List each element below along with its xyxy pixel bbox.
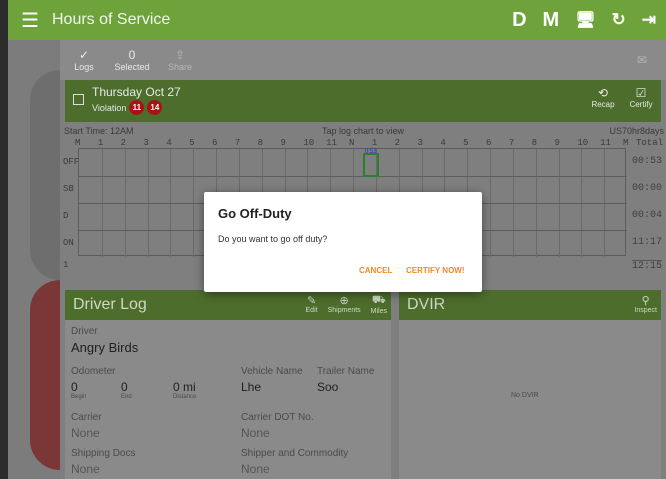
- certify-now-button[interactable]: CERTIFY NOW!: [406, 266, 465, 275]
- dialog-message: Do you want to go off duty?: [218, 234, 328, 244]
- go-off-duty-dialog: Go Off-Duty Do you want to go off duty? …: [204, 192, 482, 292]
- dialog-title: Go Off-Duty: [218, 206, 292, 221]
- cancel-button[interactable]: CANCEL: [359, 266, 392, 275]
